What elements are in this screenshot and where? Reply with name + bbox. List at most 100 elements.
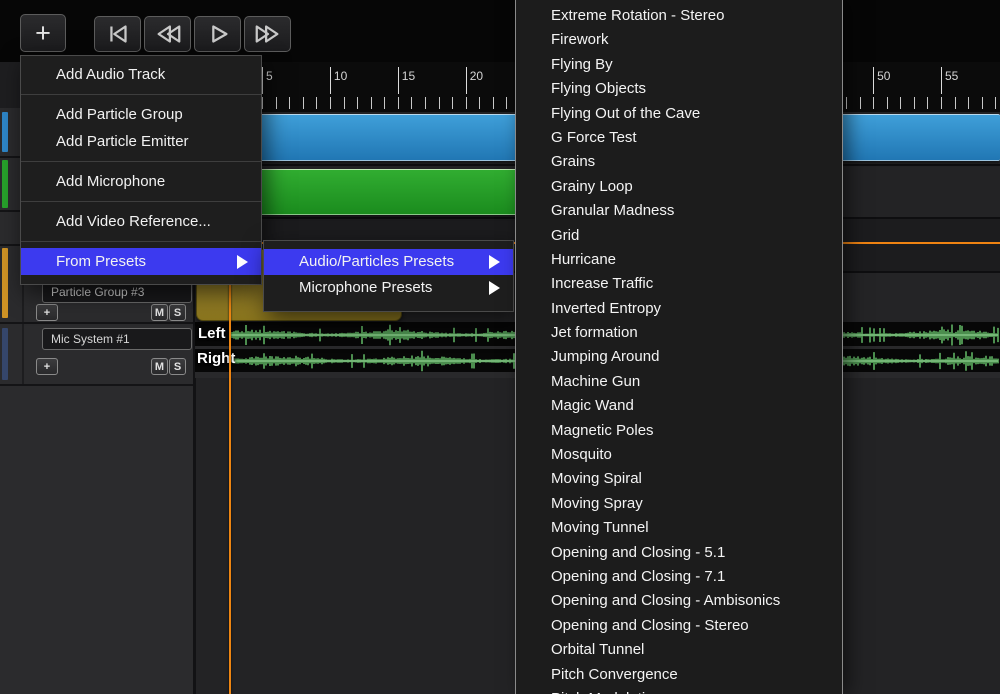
- particle-mute-button[interactable]: M: [151, 304, 168, 321]
- ruler-tick-label: 10: [334, 69, 347, 83]
- menu-item-add-microphone[interactable]: Add Microphone: [21, 168, 261, 195]
- menu-item-label: Add Audio Track: [56, 66, 165, 83]
- track-color-tab-audio-1: [2, 112, 8, 152]
- skip-to-start-button[interactable]: [94, 16, 141, 52]
- ruler-major-tick: [398, 67, 399, 94]
- preset-item-increase-traffic[interactable]: Increase Traffic: [516, 272, 842, 296]
- ruler-minor-tick: [860, 97, 861, 109]
- ruler-minor-tick: [941, 97, 942, 109]
- preset-item-opening-and-closing-7-1[interactable]: Opening and Closing - 7.1: [516, 565, 842, 589]
- particle-solo-button[interactable]: S: [169, 304, 186, 321]
- ruler-minor-tick: [873, 97, 874, 109]
- ruler-minor-tick: [371, 97, 372, 109]
- mic-add-button[interactable]: +: [36, 358, 58, 375]
- ruler-tick-label: 5: [266, 69, 273, 83]
- preset-item-moving-spiral[interactable]: Moving Spiral: [516, 467, 842, 491]
- ruler-minor-tick: [276, 97, 277, 109]
- preset-item-magnetic-poles[interactable]: Magnetic Poles: [516, 419, 842, 443]
- preset-item-flying-objects[interactable]: Flying Objects: [516, 77, 842, 101]
- submenu-arrow-icon: [489, 255, 500, 269]
- preset-item-grains[interactable]: Grains: [516, 150, 842, 174]
- play-button[interactable]: [194, 16, 241, 52]
- preset-item-pitch-convergence[interactable]: Pitch Convergence: [516, 663, 842, 687]
- ruler-tick-label: 55: [945, 69, 958, 83]
- ruler-minor-tick: [466, 97, 467, 109]
- preset-item-jumping-around[interactable]: Jumping Around: [516, 345, 842, 369]
- rewind-icon: [152, 19, 184, 49]
- presets-list-menu: Extreme Rotation - StereoFireworkFlying …: [515, 0, 843, 694]
- ruler-major-tick: [262, 67, 263, 94]
- ruler-minor-tick: [506, 97, 507, 109]
- menu-item-from-presets[interactable]: From Presets: [21, 248, 261, 275]
- ruler-major-tick: [466, 67, 467, 94]
- ruler-minor-tick: [357, 97, 358, 109]
- preset-item-flying-by[interactable]: Flying By: [516, 53, 842, 77]
- preset-item-jet-formation[interactable]: Jet formation: [516, 321, 842, 345]
- ruler-minor-tick: [289, 97, 290, 109]
- mic-mute-button[interactable]: M: [151, 358, 168, 375]
- ruler-tick-label: 20: [470, 69, 483, 83]
- preset-item-hurricane[interactable]: Hurricane: [516, 248, 842, 272]
- track-name-mic[interactable]: Mic System #1: [42, 328, 192, 350]
- from-presets-submenu: Audio/Particles PresetsMicrophone Preset…: [263, 240, 514, 312]
- mic-solo-button[interactable]: S: [169, 358, 186, 375]
- preset-item-magic-wand[interactable]: Magic Wand: [516, 394, 842, 418]
- ruler-minor-tick: [887, 97, 888, 109]
- submenu-item-microphone-presets[interactable]: Microphone Presets: [264, 275, 513, 301]
- submenu-item-audio-particles-presets[interactable]: Audio/Particles Presets: [264, 249, 513, 275]
- ruler-minor-tick: [955, 97, 956, 109]
- menu-item-label: Add Particle Emitter: [56, 133, 189, 150]
- rewind-button[interactable]: [144, 16, 191, 52]
- menu-item-add-audio-track[interactable]: Add Audio Track: [21, 61, 261, 88]
- menu-item-add-particle-emitter[interactable]: Add Particle Emitter: [21, 128, 261, 155]
- submenu-arrow-icon: [489, 281, 500, 295]
- preset-item-opening-and-closing-5-1[interactable]: Opening and Closing - 5.1: [516, 541, 842, 565]
- fast-forward-button[interactable]: [244, 16, 291, 52]
- skip-to-start-icon: [103, 19, 133, 49]
- menu-item-add-video-reference[interactable]: Add Video Reference...: [21, 208, 261, 235]
- preset-item-opening-and-closing-ambisonics[interactable]: Opening and Closing - Ambisonics: [516, 589, 842, 613]
- preset-item-opening-and-closing-stereo[interactable]: Opening and Closing - Stereo: [516, 614, 842, 638]
- menu-item-label: From Presets: [56, 253, 146, 270]
- preset-item-grid[interactable]: Grid: [516, 224, 842, 248]
- ruler-minor-tick: [479, 97, 480, 109]
- preset-item-firework[interactable]: Firework: [516, 28, 842, 52]
- ruler-minor-tick: [982, 97, 983, 109]
- ruler-minor-tick: [927, 97, 928, 109]
- toolbar: +: [0, 0, 1000, 62]
- particle-add-button[interactable]: +: [36, 304, 58, 321]
- ruler-minor-tick: [262, 97, 263, 109]
- preset-item-orbital-tunnel[interactable]: Orbital Tunnel: [516, 638, 842, 662]
- ruler-tick-label: 15: [402, 69, 415, 83]
- preset-item-granular-madness[interactable]: Granular Madness: [516, 199, 842, 223]
- fast-forward-icon: [252, 19, 284, 49]
- preset-item-moving-spray[interactable]: Moving Spray: [516, 492, 842, 516]
- menu-divider: [21, 161, 261, 162]
- play-icon: [203, 19, 233, 49]
- ruler-minor-tick: [995, 97, 996, 109]
- preset-item-mosquito[interactable]: Mosquito: [516, 443, 842, 467]
- preset-item-extreme-rotation-stereo[interactable]: Extreme Rotation - Stereo: [516, 4, 842, 28]
- menu-item-add-particle-group[interactable]: Add Particle Group: [21, 101, 261, 128]
- track-row-separator: [0, 322, 193, 324]
- preset-item-machine-gun[interactable]: Machine Gun: [516, 370, 842, 394]
- preset-item-pitch-modulation[interactable]: Pitch Modulation: [516, 687, 842, 694]
- menu-divider: [21, 241, 261, 242]
- preset-item-grainy-loop[interactable]: Grainy Loop: [516, 175, 842, 199]
- preset-item-flying-out-of-the-cave[interactable]: Flying Out of the Cave: [516, 102, 842, 126]
- ruler-minor-tick: [900, 97, 901, 109]
- ruler-minor-tick: [846, 97, 847, 109]
- preset-item-g-force-test[interactable]: G Force Test: [516, 126, 842, 150]
- preset-item-moving-tunnel[interactable]: Moving Tunnel: [516, 516, 842, 540]
- ruler-minor-tick: [452, 97, 453, 109]
- ruler-minor-tick: [398, 97, 399, 109]
- ruler-minor-tick: [425, 97, 426, 109]
- track-color-tab-mic: [2, 328, 8, 380]
- ruler-minor-tick: [330, 97, 331, 109]
- transport-controls: [94, 16, 291, 52]
- add-track-button[interactable]: +: [20, 14, 66, 52]
- ruler-major-tick: [330, 67, 331, 94]
- menu-divider: [21, 201, 261, 202]
- preset-item-inverted-entropy[interactable]: Inverted Entropy: [516, 297, 842, 321]
- ruler-minor-tick: [303, 97, 304, 109]
